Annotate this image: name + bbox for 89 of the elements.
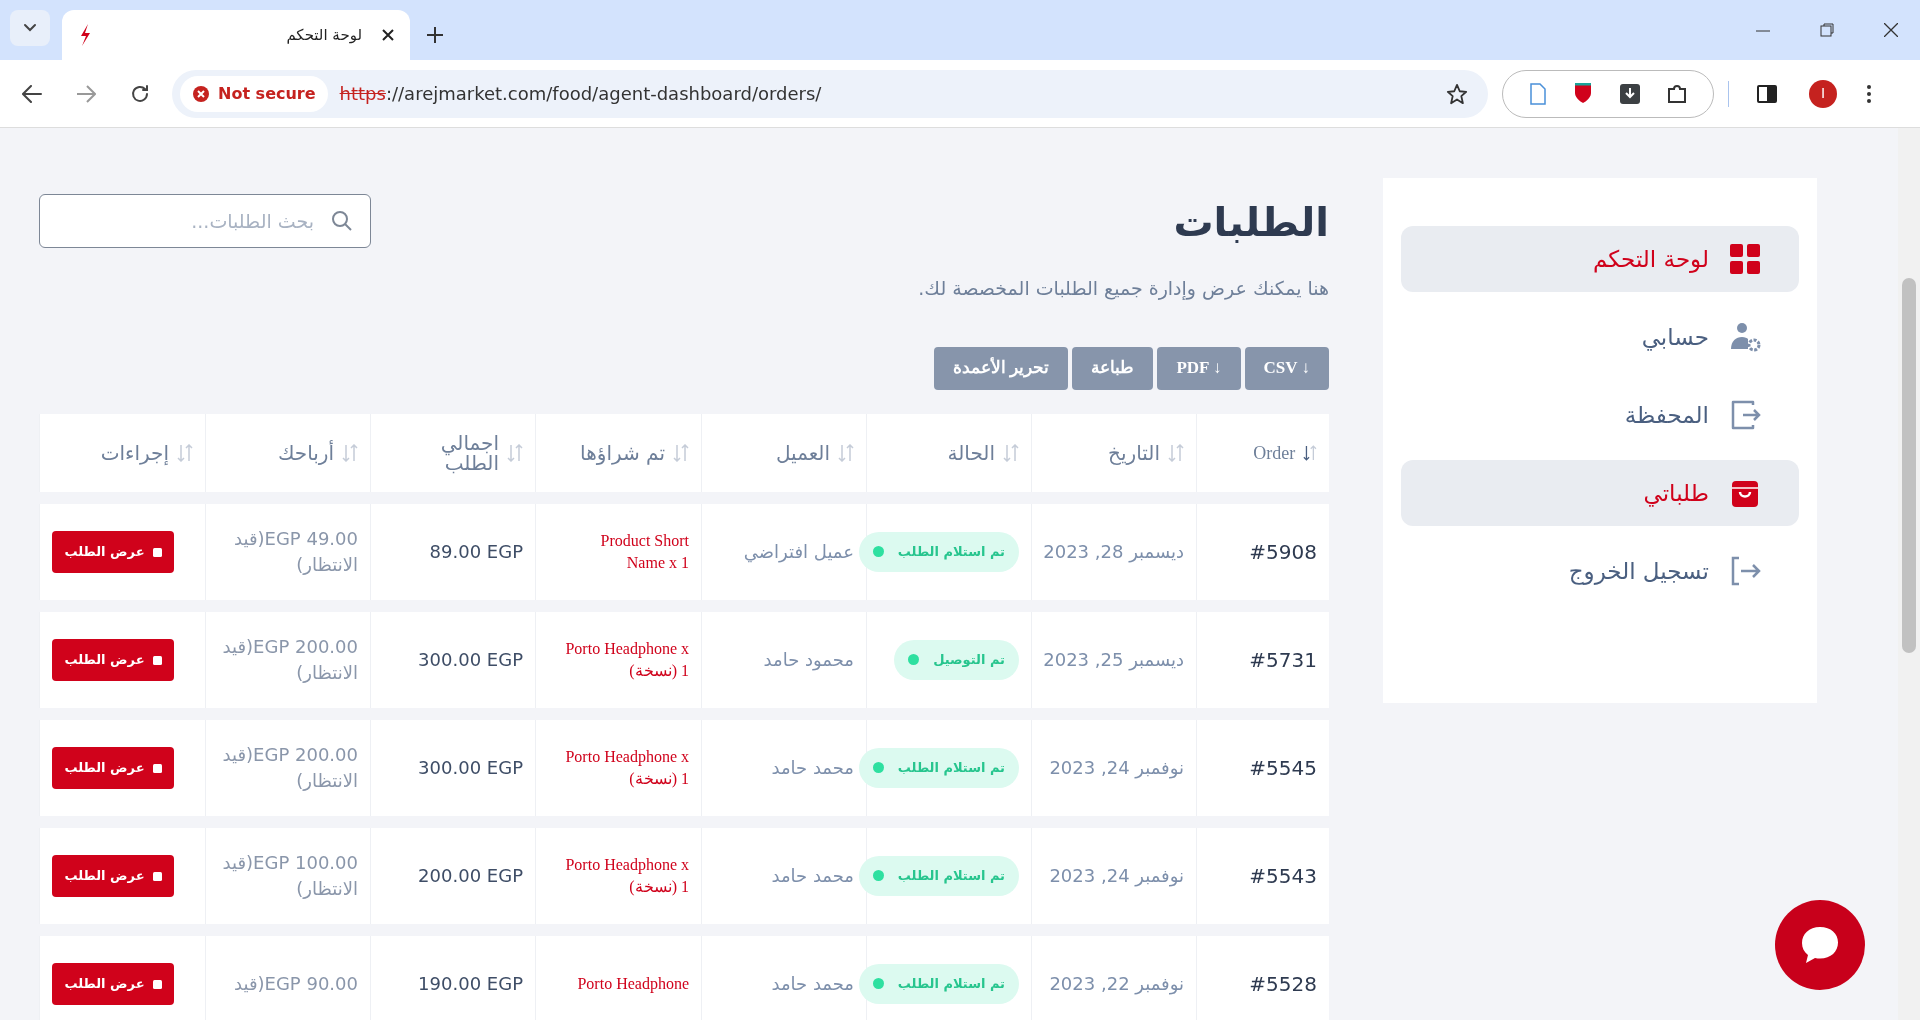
order-number: #5545 [1249,754,1317,782]
customer-name: محمد حامد [771,756,854,780]
search-field[interactable]: بحث الطلبات... [39,194,371,248]
view-order-button[interactable]: عرض الطلب [52,530,174,573]
tab-title: لوحة التحكم [285,24,363,46]
new-tab-icon[interactable] [426,26,444,44]
toolbar-button[interactable]: CSV ↓ [1244,346,1329,390]
product-link[interactable]: Product Short Name x 1 [559,529,689,574]
column-header[interactable]: الحالة [895,442,995,463]
status-badge: تم استلام الطلب [858,531,1019,572]
page-subtitle: هنا يمكنك عرض وإدارة جميع الطلبات المخصصة لك. [918,276,1329,302]
forward-icon[interactable] [76,84,96,103]
column-header[interactable]: تم شراؤها [565,442,665,463]
column-header[interactable]: اجمالي الطلب [399,432,499,473]
order-total: 89.00 EGP [429,540,523,564]
customer-name: عميل افتراضي [743,540,854,565]
order-number: #5731 [1249,646,1317,674]
sidebar-item[interactable]: طلباتي [1401,460,1799,526]
product-link[interactable]: Porto Headphone [559,972,689,995]
profit-amount: 200.00 EGP(قيد الانتظار) [221,635,358,685]
chevron-down-icon [23,23,37,33]
toolbar-button[interactable]: طباعة [1072,346,1154,390]
view-order-button[interactable]: عرض الطلب [52,854,174,897]
grid-icon [1729,243,1761,275]
tab-list-button[interactable] [10,10,50,46]
sort-icon[interactable] [1303,443,1317,462]
status-badge: تم استلام الطلب [858,963,1019,1004]
status-badge: تم التوصيل [894,639,1019,680]
order-date: نوفمبر 24, 2023 [1049,864,1184,889]
restore-icon[interactable] [1820,23,1834,37]
puzzle-icon[interactable] [1666,82,1689,105]
order-date: ديسمبر 25, 2023 [1043,648,1184,673]
column-header[interactable]: إجراءات [69,442,169,463]
toolbar-button[interactable]: تحرير الأعمدة [934,346,1069,390]
order-date: نوفمبر 24, 2023 [1049,756,1184,781]
profit-amount: 49.00 EGP(قيد الانتظار) [233,527,358,577]
order-number: #5528 [1249,970,1317,998]
status-badge: تم استلام الطلب [858,855,1019,896]
error-icon [192,84,210,103]
view-order-button[interactable]: عرض الطلب [52,962,174,1005]
close-icon[interactable] [382,29,394,41]
column-header[interactable]: العميل [730,442,830,463]
download-icon[interactable] [1618,82,1641,105]
sidebar-item[interactable]: المحفظة [1401,382,1799,448]
column-header[interactable]: أرباحك [234,442,334,463]
order-date: ديسمبر 28, 2023 [1043,540,1184,565]
page-title: الطلبات [1172,198,1329,247]
customer-name: محمد حامد [771,972,854,996]
sidebar-item[interactable]: تسجيل الخروج [1401,538,1799,604]
sidebar-item[interactable]: لوحة التحكم [1401,226,1799,292]
order-number: #5543 [1249,862,1317,890]
profit-amount: 100.00 EGP(قيد الانتظار) [221,851,358,901]
scrollbar[interactable] [1898,128,1920,1020]
star-icon[interactable] [1446,82,1468,105]
sidebar-item[interactable]: حسابي [1401,304,1799,370]
url-text: https://arejmarket.com/food/agent-dashboard/orders/ [339,82,822,106]
status-badge: تم استلام الطلب [858,747,1019,788]
search-icon [331,210,353,232]
customer-name: محمود حامد [763,648,854,673]
back-icon[interactable] [22,84,42,103]
browser-tab[interactable]: لوحة التحكم [62,10,410,60]
order-total: 200.00 EGP [418,864,523,888]
close-window-icon[interactable] [1884,23,1898,37]
view-order-button[interactable]: عرض الطلب [52,638,174,681]
column-header[interactable]: التاريخ [1060,442,1160,463]
shield-icon[interactable] [1573,82,1594,105]
reload-icon[interactable] [130,83,150,104]
customer-name: محمد حامد [771,864,854,888]
profit-amount: 90.00 EGP(قيد [233,971,358,996]
address-bar[interactable]: Not secure https://arejmarket.com/food/agent-dashboard/orders/ [172,69,1488,118]
product-link[interactable]: Porto Headphone x 1 (نسخة) [559,745,689,790]
menu-icon[interactable] [1867,84,1871,103]
order-total: 300.00 EGP [418,648,523,672]
column-header[interactable]: Order [1209,443,1296,462]
product-link[interactable]: Porto Headphone x 1 (نسخة) [559,637,689,682]
logout-icon [1729,555,1761,587]
profit-amount: 200.00 EGP(قيد الانتظار) [221,743,358,793]
profile-avatar[interactable]: I [1809,79,1837,108]
side-panel-icon[interactable] [1757,84,1777,103]
order-number: #5908 [1249,538,1317,566]
toolbar-button[interactable]: PDF ↓ [1157,346,1241,390]
wallet-icon [1729,399,1761,431]
order-total: 190.00 EGP [418,972,523,996]
order-total: 300.00 EGP [418,756,523,780]
security-chip[interactable]: Not secure [180,75,328,112]
order-date: نوفمبر 22, 2023 [1049,972,1184,997]
product-link[interactable]: Porto Headphone x 1 (نسخة) [559,853,689,898]
user-gear-icon [1729,321,1761,353]
view-order-button[interactable]: عرض الطلب [52,746,174,789]
